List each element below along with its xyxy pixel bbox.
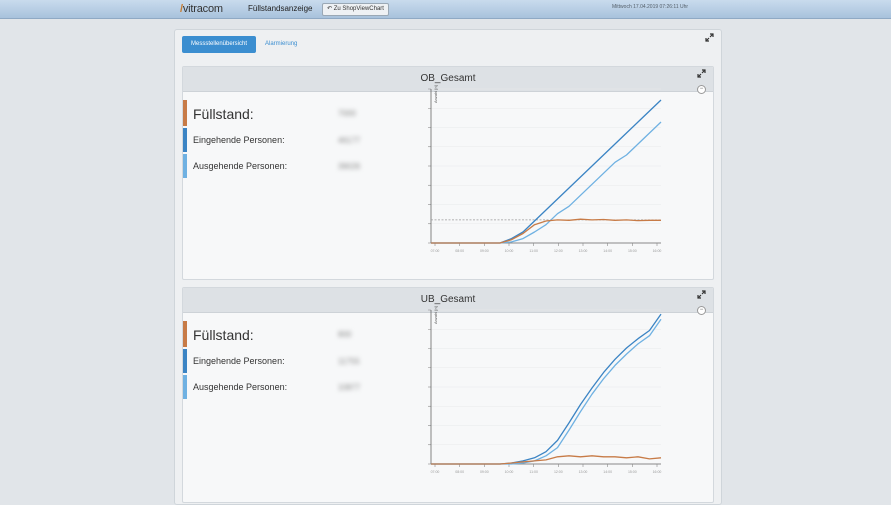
x-tick-label: 14:00 bbox=[603, 249, 612, 253]
x-tick-label: 10:00 bbox=[505, 470, 514, 474]
fill-color-bar bbox=[183, 321, 187, 347]
collapse-card-icon[interactable]: − bbox=[697, 85, 706, 94]
series-line-eingehende-personen bbox=[431, 313, 662, 465]
expand-panel-icon[interactable] bbox=[705, 33, 714, 42]
x-tick-label: 08:00 bbox=[455, 249, 464, 253]
x-tick-label: 13:00 bbox=[579, 470, 588, 474]
x-tick-label: 09:00 bbox=[480, 470, 489, 474]
chart-ub-gesamt: Anzahl [n] 07:00 08:00 09:00 10:00 11:00 12:00… bbox=[428, 306, 662, 474]
series-line-ausgehende-personen bbox=[431, 121, 662, 244]
x-tick-label: 16:00 bbox=[653, 470, 662, 474]
x-tick-label: 10:00 bbox=[505, 249, 514, 253]
x-tick-label: 13:00 bbox=[579, 249, 588, 253]
collapse-card-icon[interactable]: − bbox=[697, 306, 706, 315]
back-arrow-icon: ↶ bbox=[327, 6, 333, 12]
x-tick-label: 09:00 bbox=[480, 249, 489, 253]
vitracom-logo: /vitracom bbox=[180, 3, 223, 15]
metric-eingehende: Eingehende Personen: 11755 bbox=[183, 349, 383, 373]
series-line-füllstand bbox=[431, 218, 661, 244]
card-ob-gesamt: OB_Gesamt − Füllstand: 7000 Eingehende P… bbox=[182, 66, 714, 280]
x-tick-label: 07:00 bbox=[431, 470, 440, 474]
incoming-color-bar bbox=[183, 349, 187, 373]
x-tick-label: 11:00 bbox=[529, 470, 538, 474]
series-line-füllstand bbox=[431, 455, 662, 465]
y-axis-title: Anzahl [n] bbox=[433, 306, 438, 324]
metric-eingehende: Eingehende Personen: 46177 bbox=[183, 128, 383, 152]
x-tick-label: 14:00 bbox=[603, 470, 612, 474]
chart-ob-gesamt: Anzahl [n] 07:00 08:00 09:00 10:00 11:00 12:00… bbox=[428, 85, 662, 253]
y-axis-title: Anzahl [n] bbox=[433, 85, 438, 103]
x-tick-label: 07:00 bbox=[431, 249, 440, 253]
outgoing-color-bar bbox=[183, 375, 187, 399]
app-title: Füllstandsanzeige bbox=[248, 4, 313, 13]
incoming-color-bar bbox=[183, 128, 187, 152]
tab-messstellenuebersicht[interactable]: Messstellenübersicht bbox=[182, 36, 256, 53]
metric-ausgehende: Ausgehende Personen: 10877 bbox=[183, 375, 383, 399]
expand-card-icon[interactable] bbox=[697, 290, 706, 299]
x-tick-label: 08:00 bbox=[455, 470, 464, 474]
x-tick-label: 12:00 bbox=[554, 470, 563, 474]
card-ub-gesamt: UB_Gesamt − Füllstand: 800 Eingehende Pe… bbox=[182, 287, 714, 503]
metric-fuellstand: Füllstand: 7000 bbox=[183, 100, 383, 126]
x-tick-label: 12:00 bbox=[554, 249, 563, 253]
expand-card-icon[interactable] bbox=[697, 69, 706, 78]
x-tick-label: 15:00 bbox=[628, 470, 637, 474]
main-panel: Messstellenübersicht Alarmierung OB_Gesa… bbox=[174, 29, 722, 505]
back-to-shopviewchart-button[interactable]: ↶ Zu ShopViewChart bbox=[322, 3, 389, 16]
x-tick-label: 11:00 bbox=[529, 249, 538, 253]
current-datetime: Mittwoch 17.04.2019 07:26:11 Uhr bbox=[612, 4, 689, 10]
outgoing-color-bar bbox=[183, 154, 187, 178]
metric-fuellstand: Füllstand: 800 bbox=[183, 321, 383, 347]
tab-alarmierung[interactable]: Alarmierung bbox=[265, 36, 297, 53]
top-bar: /vitracom Füllstandsanzeige ↶ Zu ShopVie… bbox=[0, 0, 891, 19]
series-line-ausgehende-personen bbox=[431, 318, 662, 465]
fill-color-bar bbox=[183, 100, 187, 126]
x-tick-label: 16:00 bbox=[653, 249, 662, 253]
metric-ausgehende: Ausgehende Personen: 39026 bbox=[183, 154, 383, 178]
x-tick-label: 15:00 bbox=[628, 249, 637, 253]
